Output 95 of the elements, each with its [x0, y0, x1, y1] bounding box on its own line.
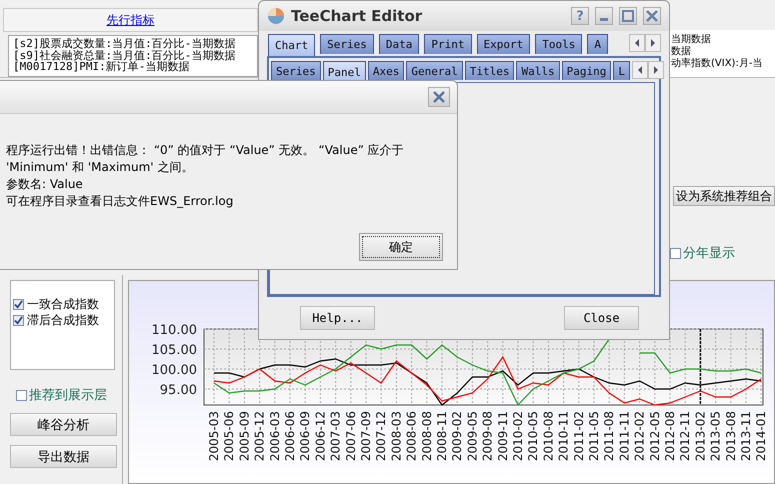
- tab[interactable]: Walls: [516, 61, 560, 80]
- scroll-right-icon[interactable]: [648, 61, 664, 79]
- x-tick-label: 2005-12: [252, 411, 267, 462]
- x-tick-label: 2006-09: [298, 411, 312, 462]
- minimize-icon: [600, 18, 608, 21]
- x-tick-label: 2005-09: [237, 411, 252, 462]
- x-tick-label: 2011-11: [617, 411, 632, 462]
- header-link[interactable]: 先行指标: [106, 12, 154, 28]
- x-tick-label: 2005-06: [222, 411, 236, 462]
- x-tick-label: 2008-11: [435, 411, 449, 462]
- x-tick-label: 2010-08: [541, 411, 556, 462]
- error-message: 可在程序目录查看日志文件EWS_Error.log: [6, 193, 234, 210]
- x-tick-label: 2007-03: [328, 411, 343, 462]
- error-message: 'Minimum' 和 'Maximum' 之间。: [6, 159, 194, 176]
- x-tick-label: 2012-08: [663, 411, 677, 462]
- checkbox[interactable]: [670, 248, 681, 259]
- x-tick-label: 2008-08: [420, 411, 434, 462]
- x-tick-label: 2005-03: [207, 411, 221, 462]
- x-tick-label: 2008-03: [389, 411, 404, 462]
- x-tick-label: 2013-11: [739, 411, 753, 462]
- tab[interactable]: A: [587, 34, 608, 54]
- list-item[interactable]: 动率指数(VIX):月-当: [671, 58, 775, 70]
- ok-button[interactable]: 确定: [359, 233, 443, 261]
- list-item[interactable]: [s2]股票成交数量:当月值:百分比-当期数据: [13, 38, 253, 50]
- x-tick-label: 2007-06: [344, 411, 358, 462]
- x-tick-label: 2012-05: [648, 411, 662, 462]
- close-button[interactable]: [428, 87, 450, 107]
- checkbox[interactable]: [13, 298, 24, 310]
- y-tick-label: 110.00: [152, 323, 197, 338]
- list-item[interactable]: [s9]社会融资总量:当月值:百分比-当期数据: [13, 50, 253, 61]
- scroll-left-icon[interactable]: [629, 34, 645, 52]
- list-item[interactable]: 当期数据: [671, 34, 775, 46]
- tab[interactable]: Titles: [464, 61, 514, 80]
- x-tick-label: 2006-03: [268, 411, 282, 462]
- window-title: TeeChart Editor: [291, 7, 424, 25]
- dialog-button[interactable]: Help...: [300, 306, 375, 330]
- x-tick-label: 2010-11: [556, 411, 571, 462]
- dialog-button[interactable]: Close: [564, 306, 639, 330]
- scroll-right-icon[interactable]: [645, 34, 661, 52]
- x-tick-label: 2012-02: [632, 411, 647, 462]
- tab[interactable]: Axes: [368, 61, 404, 80]
- x-tick-label: 2014-01: [754, 411, 768, 462]
- tab[interactable]: Print: [424, 34, 472, 54]
- tab[interactable]: Series: [271, 61, 321, 80]
- checkbox-label[interactable]: 一致合成指数: [27, 296, 99, 312]
- x-tick-label: 2011-08: [602, 411, 616, 462]
- tab[interactable]: Data: [378, 34, 420, 54]
- x-tick-label: 2013-02: [693, 411, 708, 462]
- x-tick-label: 2009-05: [465, 411, 480, 462]
- x-tick-label: 2009-11: [496, 411, 510, 462]
- close-button[interactable]: [643, 7, 661, 25]
- list-item[interactable]: [M0017128]PMI:新订单-当期数据: [13, 61, 253, 72]
- close-icon: [646, 10, 658, 22]
- tab[interactable]: Tools: [535, 34, 582, 54]
- minimize-button[interactable]: [595, 7, 613, 25]
- x-tick-label: 2006-12: [313, 411, 328, 462]
- y-tick-label: 105.00: [152, 343, 197, 358]
- action-button[interactable]: 导出数据: [10, 445, 117, 468]
- maximize-icon: [622, 10, 634, 22]
- action-button[interactable]: 峰谷分析: [10, 413, 117, 436]
- x-tick-label: 2009-02: [450, 411, 464, 462]
- y-tick-label: 100.00: [152, 363, 197, 378]
- x-tick-label: 2010-05: [526, 411, 540, 462]
- y-tick-label: 95.00: [160, 383, 197, 398]
- x-tick-label: 2013-05: [708, 411, 723, 462]
- tab[interactable]: Paging: [562, 61, 612, 80]
- x-tick-label: 2010-02: [511, 411, 525, 462]
- checkbox-label[interactable]: 分年显示: [683, 244, 735, 262]
- tab[interactable]: General: [406, 61, 463, 80]
- maximize-button[interactable]: [619, 7, 637, 25]
- app-icon: [267, 7, 285, 25]
- recommend-button[interactable]: 设为系统推荐组合: [673, 186, 775, 206]
- checkbox-label[interactable]: 推荐到展示层: [29, 386, 107, 404]
- x-tick-label: 2011-02: [572, 411, 586, 462]
- checkbox[interactable]: [16, 390, 27, 400]
- x-tick-label: 2007-12: [374, 411, 388, 462]
- x-tick-label: 2008-06: [404, 411, 419, 462]
- tab[interactable]: L: [613, 61, 630, 80]
- error-message: 参数名: Value: [6, 176, 84, 193]
- list-item[interactable]: 数据: [671, 46, 775, 58]
- x-tick-label: 2007-09: [359, 411, 373, 462]
- x-tick-label: 2009-08: [480, 411, 495, 462]
- tab[interactable]: Export: [476, 34, 530, 54]
- checkbox-label[interactable]: 滞后合成指数: [27, 312, 99, 328]
- tab[interactable]: Series: [320, 34, 374, 54]
- x-tick-label: 2013-08: [724, 411, 738, 462]
- x-tick-label: 2011-05: [587, 411, 601, 462]
- tab[interactable]: Chart: [268, 34, 316, 56]
- x-tick-label: 2006-06: [283, 411, 297, 462]
- close-icon: [433, 91, 445, 103]
- tab[interactable]: Panel: [322, 61, 366, 82]
- checkbox[interactable]: [13, 314, 24, 326]
- scroll-left-icon[interactable]: [632, 61, 648, 79]
- x-tick-label: 2012-11: [678, 411, 692, 462]
- error-message: 程序运行出错！出错信息： “0” 的值对于 “Value” 无效。 “Value” 应介于: [6, 142, 405, 159]
